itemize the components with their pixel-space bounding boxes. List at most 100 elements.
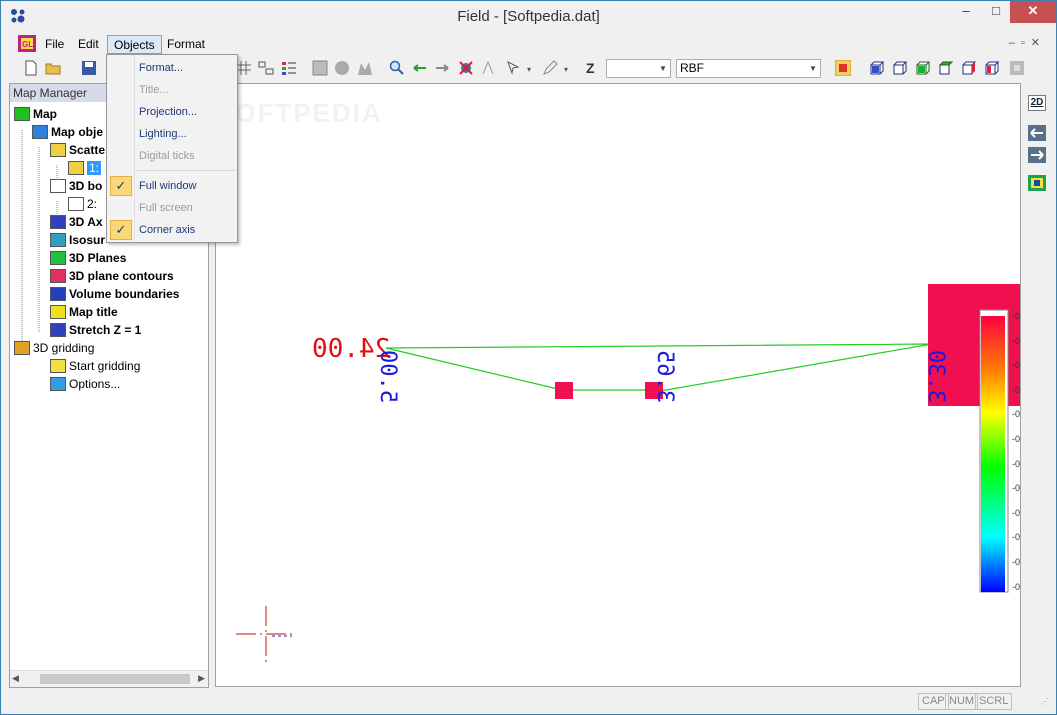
colorbar-tick-label: -0 [1012, 581, 1021, 592]
zoom-icon[interactable] [389, 60, 405, 76]
menu-item-label: Title... [139, 84, 169, 96]
corner-axis [236, 606, 292, 662]
tree-item[interactable]: 2: [68, 195, 97, 213]
method-combo[interactable]: RBF ▼ [676, 59, 821, 78]
menu-edit[interactable]: Edit [72, 35, 105, 54]
z-combo-arrow-icon[interactable]: ▼ [656, 60, 670, 77]
cube-green-icon[interactable] [915, 60, 931, 76]
cube-outline-icon[interactable] [892, 60, 908, 76]
plot-svg [236, 284, 1020, 662]
delete-icon[interactable] [458, 60, 474, 76]
colorbar-tick-label: -0 [1012, 434, 1021, 444]
menu-item-label: Full screen [139, 202, 193, 214]
surface-icon[interactable] [357, 60, 373, 76]
tree-item-label: Volume boundaries [69, 287, 180, 301]
open-folder-icon[interactable] [45, 60, 61, 76]
maximize-button[interactable]: □ [981, 1, 1011, 23]
map-objects-icon [32, 125, 48, 139]
tree-item[interactable]: Options... [50, 375, 120, 393]
tree-item[interactable]: Stretch Z = 1 [50, 321, 141, 339]
tree-item[interactable]: Scatte [50, 141, 105, 159]
box-icon [50, 179, 66, 193]
horizontal-scrollbar[interactable]: ◀ ▶ [10, 670, 208, 687]
tree-item[interactable]: 3D Planes [50, 249, 126, 267]
menu-format[interactable]: Format [161, 35, 211, 54]
menu-item-format[interactable]: Format... [107, 58, 237, 78]
cube-red-side-icon[interactable] [984, 60, 1000, 76]
cube-blue-icon[interactable] [869, 60, 885, 76]
contours-icon [50, 269, 66, 283]
menu-item-label: Projection... [139, 106, 198, 118]
new-file-icon[interactable] [23, 60, 39, 76]
menu-item-full-screen: Full screen [107, 198, 237, 218]
pointer-dropdown-arrow-icon[interactable]: ▾ [527, 65, 531, 74]
save-icon[interactable] [81, 60, 97, 76]
menu-item-lighting[interactable]: Lighting... [107, 124, 237, 144]
text-tool-icon[interactable] [480, 60, 496, 76]
arrow-left-icon[interactable] [412, 60, 428, 76]
tree-item[interactable]: 3D gridding [14, 339, 94, 357]
view-2d-button[interactable]: 2D [1028, 95, 1046, 111]
box-item-icon [68, 197, 84, 211]
grid-icon[interactable] [236, 60, 252, 76]
tree-item[interactable]: Volume boundaries [50, 285, 179, 303]
color-map-icon[interactable] [835, 60, 851, 76]
minimize-button[interactable]: – [951, 1, 981, 23]
gridding-icon [14, 341, 30, 355]
menu-item-corner-axis[interactable]: ✓ Corner axis [107, 220, 237, 240]
tree-item-label: 1: [87, 161, 102, 175]
mdi-controls[interactable]: –▫✕ [1009, 36, 1046, 49]
method-combo-arrow-icon[interactable]: ▼ [806, 60, 820, 77]
tree-item-label: 3D plane contours [69, 269, 174, 283]
title-icon [50, 305, 66, 319]
pencil-icon[interactable] [542, 60, 558, 76]
options-icon [50, 377, 66, 391]
move-right-icon[interactable] [1028, 147, 1046, 163]
tree-item-label: Stretch Z = 1 [69, 323, 142, 337]
tree-item[interactable]: Map [14, 105, 57, 123]
menu-separator [137, 170, 235, 171]
menu-item-label: Corner axis [139, 224, 196, 236]
colorbar-tick-label: -0 [1012, 409, 1021, 420]
pointer-tool-icon[interactable] [506, 60, 522, 76]
scroll-right-icon[interactable]: ▶ [198, 673, 205, 684]
z-combo[interactable]: ▼ [606, 59, 671, 78]
cube-green-top-icon[interactable] [938, 60, 954, 76]
tree-grid-icon[interactable] [258, 60, 274, 76]
menu-item-projection[interactable]: Projection... [107, 102, 237, 122]
scroll-left-icon[interactable]: ◀ [12, 673, 19, 684]
pencil-dropdown-arrow-icon[interactable]: ▾ [564, 65, 568, 74]
frame-icon[interactable] [312, 60, 328, 76]
legend-icon[interactable] [281, 60, 297, 76]
colorbar-tick-label: -0 [1012, 360, 1021, 371]
cube-red-icon[interactable] [961, 60, 977, 76]
tree-item[interactable]: Isosur [50, 231, 105, 249]
objects-menu: Format... Title... Projection... Lighting..… [106, 54, 238, 243]
arrow-right-icon[interactable] [434, 60, 450, 76]
scrollbar-thumb[interactable] [40, 674, 190, 684]
menu-file[interactable]: File [39, 35, 70, 54]
menu-item-full-window[interactable]: ✓ Full window [107, 176, 237, 196]
move-left-icon[interactable] [1028, 125, 1046, 141]
tree-item-label: Map title [69, 305, 118, 319]
map-canvas[interactable]: SOFTPEDIA 24.00 5.00 3.65 3.30 -0 -0 -0 -0-… [215, 83, 1021, 687]
close-button[interactable]: ✕ [1010, 1, 1056, 23]
right-toolbar: 2D [1023, 83, 1051, 203]
tree-item[interactable]: Map obje [32, 123, 103, 141]
tree-item[interactable]: Start gridding [50, 357, 140, 375]
main-window: Field - [Softpedia.dat] – □ ✕ GL File Ed… [0, 0, 1057, 715]
tree-item[interactable]: 3D plane contours [50, 267, 174, 285]
3d-sphere-icon[interactable] [334, 60, 350, 76]
fit-view-icon[interactable] [1028, 175, 1046, 191]
window-title: Field - [Softpedia.dat] [457, 8, 600, 25]
document-app-icon[interactable]: GL [18, 35, 36, 52]
tree-item[interactable]: 3D bo [50, 177, 102, 195]
tree-item[interactable]: 1: [68, 159, 102, 177]
menu-objects[interactable]: Objects [107, 35, 162, 54]
tree-item[interactable]: Map title [50, 303, 118, 321]
scatter-icon [50, 143, 66, 157]
tree-item-label: Options... [69, 377, 121, 391]
tree-item[interactable]: 3D Ax [50, 213, 103, 231]
tree-item-label: 3D Ax [69, 215, 103, 229]
resize-grip-icon[interactable]: ⋰ [1041, 697, 1049, 706]
